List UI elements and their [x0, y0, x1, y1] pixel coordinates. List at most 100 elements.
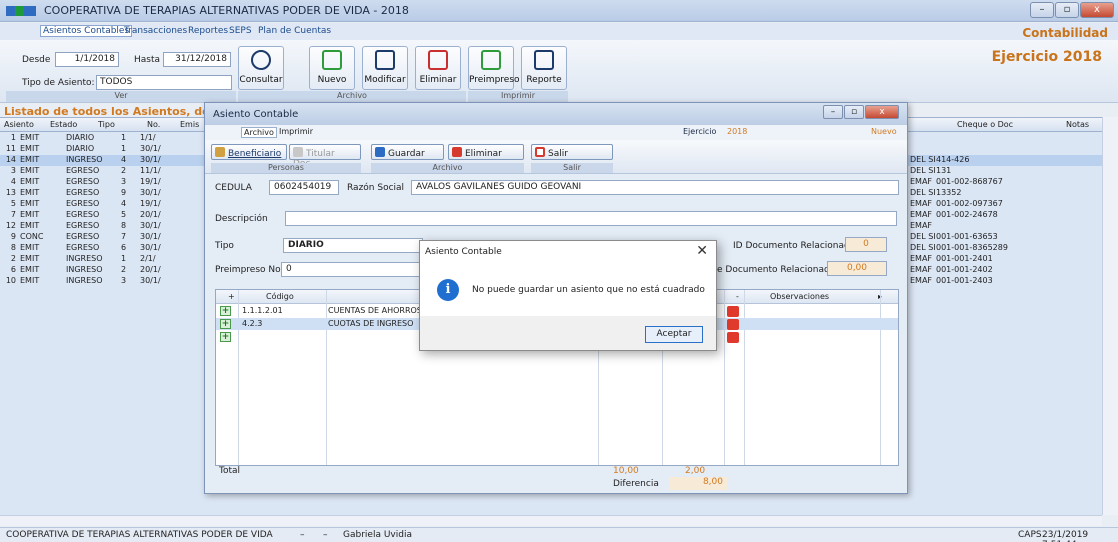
- cell-no: 9: [121, 188, 127, 197]
- cell-emis: 30/1/: [140, 232, 161, 241]
- col-codigo[interactable]: Código: [266, 292, 294, 301]
- col-no[interactable]: No.: [147, 120, 160, 129]
- modificar-button[interactable]: Modificar: [362, 46, 408, 90]
- col-emis[interactable]: Emis: [180, 120, 199, 129]
- consultar-button[interactable]: Consultar: [238, 46, 284, 90]
- add-row-icon[interactable]: +: [220, 332, 231, 342]
- salir-button[interactable]: Salir: [531, 144, 613, 160]
- remove-row-icon[interactable]: [727, 306, 739, 317]
- table-row-right[interactable]: EMAF: [908, 221, 1102, 232]
- col-notas[interactable]: Notas: [1066, 120, 1089, 129]
- table-row-right[interactable]: [908, 133, 1102, 144]
- id-documento-field[interactable]: 0: [845, 237, 887, 252]
- status-sep-2: –: [323, 530, 328, 540]
- titular-doc-button[interactable]: Titular Doc.: [289, 144, 361, 169]
- table-row[interactable]: 9 CONC EGRESO 7 30/1/: [0, 232, 210, 243]
- menu-asientos-contables[interactable]: Asientos Contables: [40, 25, 133, 37]
- cedula-field[interactable]: 0602454019: [269, 180, 339, 195]
- table-row[interactable]: 6 EMIT INGRESO 2 20/1/: [0, 265, 210, 276]
- cell-asiento: 3: [10, 166, 16, 175]
- tipo-asiento-select[interactable]: TODOS: [96, 75, 232, 90]
- codigo-cell[interactable]: 1.1.1.2.01: [242, 306, 283, 315]
- table-row-right[interactable]: DEL SI 13352: [908, 188, 1102, 199]
- table-row[interactable]: 11 EMIT DIARIO 1 30/1/: [0, 144, 210, 155]
- menu-plan-de-cuentas[interactable]: Plan de Cuentas: [258, 26, 331, 36]
- table-row-right[interactable]: DEL SI 414-426: [908, 155, 1102, 166]
- table-row-right[interactable]: EMAF 001-002-24678: [908, 210, 1102, 221]
- tipo-select[interactable]: DIARIO: [283, 238, 423, 253]
- table-row[interactable]: 3 EMIT EGRESO 2 11/1/: [0, 166, 210, 177]
- preimpreso-button[interactable]: Preimpreso: [468, 46, 520, 90]
- table-row-right[interactable]: EMAF 001-001-2403: [908, 276, 1102, 287]
- table-row-right[interactable]: EMAF 001-001-2402: [908, 265, 1102, 276]
- col-asiento[interactable]: Asiento: [4, 120, 34, 129]
- desde-date-field[interactable]: 1/1/2018: [55, 52, 119, 67]
- cell-tipo-doc: EMAF: [910, 177, 933, 186]
- documento-relacionado-field[interactable]: 0,00: [827, 261, 887, 276]
- cell-tipo: DIARIO: [66, 133, 95, 142]
- col-cheque-doc[interactable]: Cheque o Doc: [957, 120, 1013, 129]
- vertical-scrollbar[interactable]: [1102, 117, 1118, 515]
- cell-emis: 30/1/: [140, 276, 161, 285]
- cell-tipo: EGRESO: [66, 221, 100, 230]
- col-estado[interactable]: Estado: [50, 120, 77, 129]
- cell-estado: EMIT: [20, 210, 40, 219]
- table-row[interactable]: 14 EMIT INGRESO 4 30/1/: [0, 155, 210, 166]
- inner-menu-archivo[interactable]: Archivo: [241, 127, 277, 138]
- hasta-date-field[interactable]: 31/12/2018: [163, 52, 231, 67]
- table-row-right[interactable]: EMAF 001-002-097367: [908, 199, 1102, 210]
- descripcion-field[interactable]: [285, 211, 897, 226]
- remove-row-icon[interactable]: [727, 332, 739, 343]
- razon-social-field[interactable]: AVALOS GAVILANES GUIDO GEOVANI: [411, 180, 899, 195]
- main-ribbon: Desde 1/1/2018 Hasta 31/12/2018 Tipo de …: [0, 40, 1118, 103]
- menu-reportes[interactable]: Reportes: [188, 26, 228, 36]
- inner-close-button[interactable]: x: [865, 105, 899, 119]
- table-row[interactable]: 10 EMIT INGRESO 3 30/1/: [0, 276, 210, 287]
- table-row-right[interactable]: DEL SI 131: [908, 166, 1102, 177]
- table-row[interactable]: 8 EMIT EGRESO 6 30/1/: [0, 243, 210, 254]
- table-row-right[interactable]: EMAF 001-002-868767: [908, 177, 1102, 188]
- reporte-button[interactable]: Reporte: [521, 46, 567, 90]
- codigo-cell[interactable]: 4.2.3: [242, 319, 262, 328]
- inner-maximize-button[interactable]: ▫: [844, 105, 864, 119]
- dialog-close-icon[interactable]: ✕: [696, 243, 708, 259]
- table-row[interactable]: 4 EMIT EGRESO 3 19/1/: [0, 177, 210, 188]
- table-row[interactable]: 7 EMIT EGRESO 5 20/1/: [0, 210, 210, 221]
- close-button[interactable]: x: [1080, 2, 1114, 18]
- table-row-right[interactable]: [908, 144, 1102, 155]
- inner-minimize-button[interactable]: –: [823, 105, 843, 119]
- horizontal-scrollbar[interactable]: [0, 515, 1102, 526]
- eliminar-button[interactable]: Eliminar: [415, 46, 461, 90]
- maximize-button[interactable]: ▫: [1055, 2, 1079, 18]
- eliminar-asiento-button[interactable]: Eliminar: [448, 144, 524, 160]
- add-row-icon[interactable]: +: [220, 319, 231, 329]
- table-row[interactable]: 13 EMIT EGRESO 9 30/1/: [0, 188, 210, 199]
- minimize-button[interactable]: –: [1030, 2, 1054, 18]
- cell-cheque-doc: 001-001-2402: [936, 265, 993, 274]
- table-row-right[interactable]: DEL SI 001-001-63653: [908, 232, 1102, 243]
- beneficiario-button[interactable]: Beneficiario: [211, 144, 287, 160]
- guardar-button[interactable]: Guardar: [371, 144, 444, 160]
- cuenta-cell[interactable]: CUOTAS DE INGRESO: [328, 319, 413, 328]
- menu-seps[interactable]: SEPS: [229, 26, 252, 36]
- preimpreso-field[interactable]: 0: [281, 262, 421, 277]
- menu-transacciones[interactable]: Transacciones: [124, 26, 187, 36]
- cell-no: 2: [121, 265, 127, 274]
- nuevo-button[interactable]: Nuevo: [309, 46, 355, 90]
- aceptar-button[interactable]: Aceptar: [645, 326, 703, 343]
- col-observaciones[interactable]: Observaciones: [770, 292, 829, 301]
- table-row-right[interactable]: DEL SI 001-001-8365289: [908, 243, 1102, 254]
- cuenta-cell[interactable]: CUENTAS DE AHORROS: [328, 306, 422, 315]
- tipo-asiento-label: Tipo de Asiento:: [22, 78, 95, 88]
- inner-menu-imprimir[interactable]: Imprimir: [279, 127, 313, 136]
- add-row-icon[interactable]: +: [220, 306, 231, 316]
- col-tipo[interactable]: Tipo: [98, 120, 115, 129]
- table-row[interactable]: 5 EMIT EGRESO 4 19/1/: [0, 199, 210, 210]
- table-row[interactable]: 12 EMIT EGRESO 8 30/1/: [0, 221, 210, 232]
- person-disabled-icon: [293, 147, 303, 157]
- remove-row-icon[interactable]: [727, 319, 739, 330]
- table-row[interactable]: 2 EMIT INGRESO 1 2/1/: [0, 254, 210, 265]
- cedula-label: CEDULA: [215, 183, 252, 193]
- table-row-right[interactable]: EMAF 001-001-2401: [908, 254, 1102, 265]
- table-row[interactable]: 1 EMIT DIARIO 1 1/1/: [0, 133, 210, 144]
